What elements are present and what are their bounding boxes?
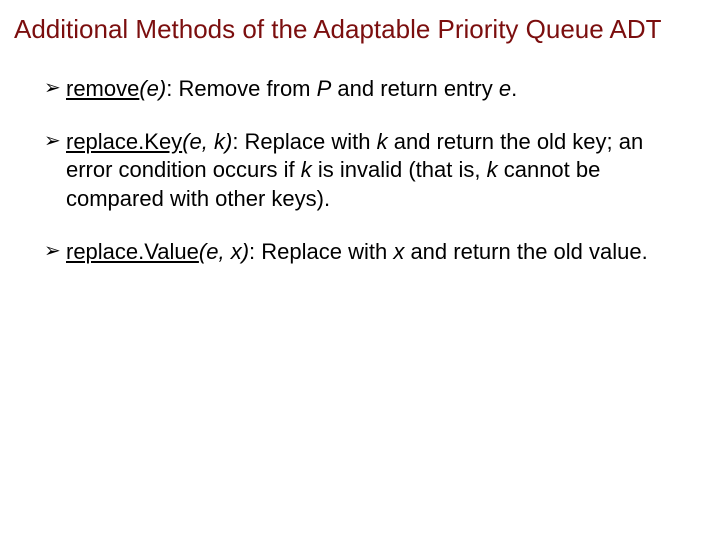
- list-item-text: replace.Value(e, x): Replace with x and …: [66, 238, 666, 267]
- method-name: remove: [66, 76, 139, 101]
- var-k: k: [487, 157, 498, 182]
- var-k: k: [377, 129, 388, 154]
- var-e: e: [499, 76, 511, 101]
- list-item-text: replace.Key(e, k): Replace with k and re…: [66, 128, 666, 214]
- bullet-list: ➢ remove(e): Remove from P and return en…: [14, 75, 700, 266]
- bullet-marker-icon: ➢: [44, 75, 66, 102]
- text-segment: is invalid (that is,: [312, 157, 487, 182]
- slide: Additional Methods of the Adaptable Prio…: [0, 0, 720, 540]
- text-segment: .: [511, 76, 517, 101]
- text-segment: : Remove from: [166, 76, 316, 101]
- list-item: ➢ remove(e): Remove from P and return en…: [44, 75, 700, 104]
- bullet-marker-icon: ➢: [44, 238, 66, 265]
- method-args: (e, k): [182, 129, 232, 154]
- var-x: x: [393, 239, 404, 264]
- var-k: k: [301, 157, 312, 182]
- text-segment: and return entry: [331, 76, 499, 101]
- var-P: P: [317, 76, 332, 101]
- method-name: replace.Key: [66, 129, 182, 154]
- page-title: Additional Methods of the Adaptable Prio…: [14, 14, 700, 45]
- method-args: (e, x): [199, 239, 249, 264]
- list-item-text: remove(e): Remove from P and return entr…: [66, 75, 666, 104]
- text-segment: : Replace with: [232, 129, 376, 154]
- bullet-marker-icon: ➢: [44, 128, 66, 155]
- list-item: ➢ replace.Value(e, x): Replace with x an…: [44, 238, 700, 267]
- text-segment: : Replace with: [249, 239, 393, 264]
- text-segment: and return the old value.: [404, 239, 647, 264]
- method-name: replace.Value: [66, 239, 199, 264]
- method-args: (e): [139, 76, 166, 101]
- list-item: ➢ replace.Key(e, k): Replace with k and …: [44, 128, 700, 214]
